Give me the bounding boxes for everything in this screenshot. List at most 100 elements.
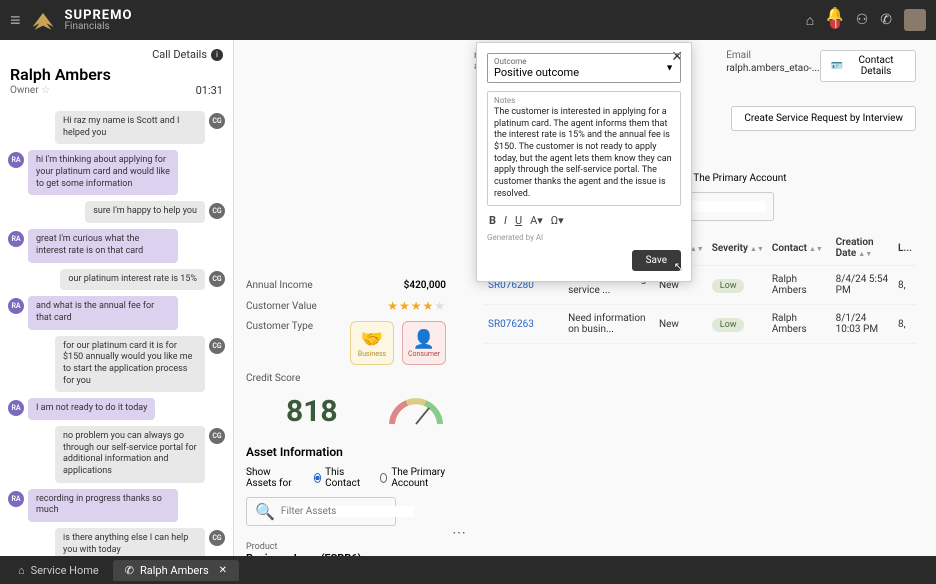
asset-radio-contact-label: This Contact [325,467,364,489]
gen-ai-label: Generated by AI [487,233,681,242]
chat-transcript: Hi raz my name is Scott and I helped you… [0,105,233,556]
user-icon[interactable]: ⚇ [856,12,869,28]
outcome-label: Outcome [494,57,674,66]
chat-message: RArecording in progress thanks so much [8,489,225,522]
consumer-badge: 👤Consumer [402,321,446,365]
avatar-bubble: CG [209,428,225,444]
notes-label: Notes [494,96,674,105]
tab-service-home[interactable]: ⌂ Service Home [6,560,111,581]
font-color-icon[interactable]: A▾ [530,214,543,227]
tab-close-icon[interactable]: ✕ [219,565,227,576]
notes-field[interactable]: Notes The customer is interested in appl… [487,91,681,206]
sr-last: 8, [894,266,916,305]
home-icon: ⌂ [18,564,25,577]
avatar-bubble: RA [8,298,24,314]
app-header: ≡ SUPREMO Financials ⌂ 🔔1 ⚇ ✆ [0,0,936,40]
outcome-dropdown[interactable]: Outcome Positive outcome ▼ [487,53,681,83]
owner-label: Owner [10,85,39,96]
business-badge: 🤝Business [350,321,394,365]
message-text: Hi raz my name is Scott and I helped you [55,111,205,144]
avatar-bubble: RA [8,491,24,507]
avatar-bubble: CG [209,203,225,219]
avatar-bubble: RA [8,231,24,247]
message-text: is there anything else I can help you wi… [55,528,205,556]
save-button[interactable]: Save↖ [632,250,681,271]
tab-active-label: Ralph Ambers [140,564,209,577]
table-header[interactable]: Creation Date▲▼ [832,231,894,266]
brand-logo [29,6,57,34]
editor-toolbar: B I U A▾ Ω▾ [487,210,681,231]
contact-name: Ralph Ambers [10,65,223,84]
cust-type-label: Customer Type [246,321,313,332]
avatar-bubble: RA [8,400,24,416]
message-text: and what is the annual fee for that card [28,296,178,329]
search-icon: 🔍 [255,502,275,521]
asset-radio-account-label: The Primary Account [391,467,456,489]
table-header[interactable]: L... [894,231,916,266]
chevron-down-icon: ▼ [665,63,674,74]
bold-icon[interactable]: B [489,214,496,227]
asset-radio-contact[interactable]: This Contact [314,467,364,489]
more-icon[interactable]: ⋯ [452,525,466,541]
phone-icon[interactable]: ✆ [880,12,892,28]
tab-home-label: Service Home [31,564,99,577]
chat-message: RAI am not ready to do it today [8,398,225,420]
sr-date: 8/1/24 10:03 PM [832,305,894,344]
phone-icon: ✆ [125,564,134,577]
business-badge-label: Business [358,350,386,358]
cust-value-label: Customer Value [246,301,317,312]
info-icon[interactable]: i [211,49,223,61]
table-header[interactable]: Severity▲▼ [708,231,768,266]
notification-badge: 1 [830,19,840,29]
tab-ralph-ambers[interactable]: ✆ Ralph Ambers ✕ [113,560,239,581]
asset-filter-box[interactable]: 🔍 [246,497,396,526]
bell-icon[interactable]: 🔔1 [826,7,843,33]
table-row[interactable]: SR076263Need information on busin...NewL… [484,305,916,344]
avatar-bubble: RA [8,152,24,168]
notes-text: The customer is interested in applying f… [494,107,674,201]
star-icon: ☆ [41,85,50,96]
sr-status: New [655,305,708,344]
table-header[interactable]: Contact▲▼ [768,231,832,266]
chat-message: RAand what is the annual fee for that ca… [8,296,225,329]
underline-icon[interactable]: U [515,214,522,227]
gauge-icon [386,397,446,427]
chat-message: for our platinum card it is for $150 ann… [8,336,225,393]
email-label: Email [726,50,819,61]
chat-message: RAgreat I'm curious what the interest ra… [8,229,225,262]
star-rating: ★★★★★ [387,299,446,313]
message-text: sure I'm happy to help you [85,201,205,223]
bottom-tab-bar: ⌂ Service Home ✆ Ralph Ambers ✕ [0,556,936,584]
outcome-value: Positive outcome [494,66,674,79]
chat-message: RAhi I'm thinking about applying for you… [8,150,225,195]
omega-icon[interactable]: Ω▾ [551,214,564,227]
avatar-bubble: CG [209,113,225,129]
avatar[interactable] [904,9,926,31]
home-icon[interactable]: ⌂ [806,12,814,29]
message-text: I am not ready to do it today [28,398,155,420]
sr-contact: Ralph Ambers [768,266,832,305]
credit-score-value: 818 [286,394,338,429]
message-text: no problem you can always go through our… [55,426,205,483]
chat-message: is there anything else I can help you wi… [8,528,225,556]
income-value: $420,000 [404,280,446,291]
asset-filter-input[interactable] [281,506,414,517]
italic-icon[interactable]: I [504,214,507,227]
email-value: ralph.ambers_etao-... [726,63,819,74]
brand-name: SUPREMO [65,9,133,22]
show-assets-label: Show Assets for [246,467,298,489]
asset-radio-account[interactable]: The Primary Account [380,467,456,489]
radio-primary-account[interactable]: The Primary Account [679,173,786,184]
sr-title: Need information on busin... [564,305,655,344]
person-icon: 👤 [413,329,435,350]
logo-area: ≡ SUPREMO Financials [10,6,132,34]
sr-date: 8/4/24 5:54 PM [832,266,894,305]
hamburger-icon[interactable]: ≡ [10,10,21,31]
sr-ref[interactable]: SR076263 [484,305,564,344]
avatar-bubble: CG [209,530,225,546]
contact-details-button[interactable]: 🪪 Contact Details [820,50,916,82]
message-text: great I'm curious what the interest rate… [28,229,178,262]
product-value: Business Loan (FSBB6) [246,552,456,556]
create-sr-button[interactable]: Create Service Request by Interview [731,106,916,131]
handshake-icon: 🤝 [361,329,383,350]
